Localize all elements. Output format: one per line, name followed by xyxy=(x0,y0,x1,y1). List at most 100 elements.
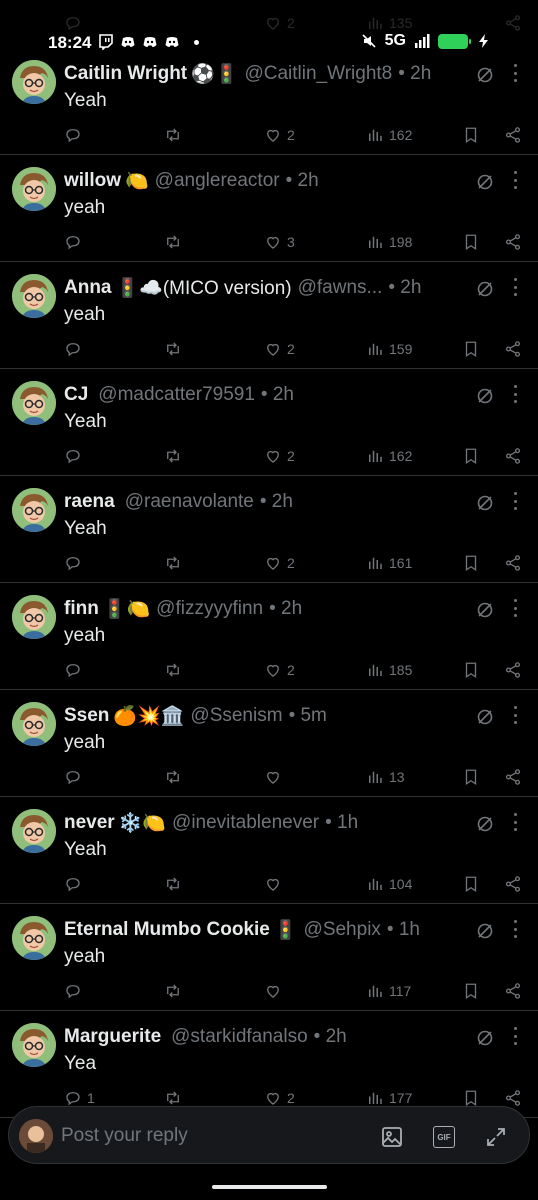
avatar[interactable] xyxy=(12,488,56,532)
views-button[interactable]: 185 xyxy=(366,660,412,680)
display-name[interactable]: Caitlin Wright xyxy=(64,63,187,85)
display-name[interactable]: finn xyxy=(64,598,99,620)
views-button[interactable]: 162 xyxy=(366,446,412,466)
image-icon[interactable] xyxy=(381,1126,403,1148)
more-options-icon[interactable] xyxy=(514,171,518,189)
tweet-reply[interactable]: Caitlin Wright ⚽🚦 @Caitlin_Wright8 • 2h Yeah… xyxy=(0,48,538,155)
grok-icon[interactable] xyxy=(475,493,495,513)
tweet-reply[interactable]: CJ @madcatter79591 • 2h Yeah 2 162 xyxy=(0,369,538,476)
grok-icon[interactable] xyxy=(475,600,495,620)
share-button[interactable] xyxy=(504,874,522,894)
grok-icon[interactable] xyxy=(475,279,495,299)
views-button[interactable]: 161 xyxy=(366,553,412,573)
grok-icon[interactable] xyxy=(475,172,495,192)
share-button[interactable] xyxy=(504,232,522,252)
avatar[interactable] xyxy=(12,1023,56,1067)
display-name[interactable]: Ssen xyxy=(64,705,109,727)
more-options-icon[interactable] xyxy=(514,278,518,296)
reply-button[interactable] xyxy=(64,232,87,252)
views-button[interactable]: 177 xyxy=(366,1088,412,1108)
retweet-button[interactable] xyxy=(164,874,187,894)
reply-button[interactable] xyxy=(64,553,87,573)
retweet-button[interactable] xyxy=(164,553,187,573)
views-button[interactable]: 162 xyxy=(366,125,412,145)
like-button[interactable]: 2 xyxy=(264,446,295,466)
tweet-reply[interactable]: willow 🍋 @anglereactor • 2h yeah 3 198 xyxy=(0,155,538,262)
reply-button[interactable] xyxy=(64,767,87,787)
tweet-reply[interactable]: Marguerite @starkidfanalso • 2h Yea 1 2 177 xyxy=(0,1011,538,1118)
home-indicator[interactable] xyxy=(212,1185,327,1189)
user-handle[interactable]: @Caitlin_Wright8 xyxy=(244,63,392,85)
retweet-button[interactable] xyxy=(164,660,187,680)
reply-button[interactable] xyxy=(64,339,87,359)
reply-composer[interactable]: Post your reply GIF xyxy=(8,1106,530,1164)
avatar[interactable] xyxy=(12,60,56,104)
user-handle[interactable]: @fizzyyyfinn xyxy=(156,598,263,620)
display-name[interactable]: raena xyxy=(64,491,115,513)
reply-button[interactable] xyxy=(64,874,87,894)
reply-button[interactable] xyxy=(64,125,87,145)
display-name[interactable]: Anna xyxy=(64,277,112,299)
share-button[interactable] xyxy=(504,553,522,573)
bookmark-button[interactable] xyxy=(462,232,480,252)
more-options-icon[interactable] xyxy=(514,813,518,831)
like-button[interactable]: 2 xyxy=(264,339,295,359)
reply-input[interactable]: Post your reply xyxy=(61,1125,188,1147)
grok-icon[interactable] xyxy=(475,386,495,406)
user-handle[interactable]: @inevitablenever xyxy=(172,812,319,834)
share-button[interactable] xyxy=(504,446,522,466)
bookmark-button[interactable] xyxy=(462,874,480,894)
bookmark-button[interactable] xyxy=(462,125,480,145)
avatar[interactable] xyxy=(12,381,56,425)
grok-icon[interactable] xyxy=(475,921,495,941)
expand-icon[interactable] xyxy=(485,1126,507,1148)
grok-icon[interactable] xyxy=(475,65,495,85)
avatar[interactable] xyxy=(12,916,56,960)
tweet-reply[interactable]: raena @raenavolante • 2h Yeah 2 161 xyxy=(0,476,538,583)
retweet-button[interactable] xyxy=(164,767,187,787)
retweet-button[interactable] xyxy=(164,981,187,1001)
views-button[interactable]: 104 xyxy=(366,874,412,894)
reply-button[interactable] xyxy=(64,660,87,680)
share-button[interactable] xyxy=(504,660,522,680)
display-name[interactable]: CJ xyxy=(64,384,88,406)
reply-button[interactable]: 1 xyxy=(64,1088,95,1108)
bookmark-button[interactable] xyxy=(462,339,480,359)
tweet-reply[interactable]: never ❄️🍋 @inevitablenever • 1h Yeah 104 xyxy=(0,797,538,904)
tweet-reply[interactable]: Anna 🚦☁️(MICO version) @fawns... • 2h yeah 2 1… xyxy=(0,262,538,369)
avatar[interactable] xyxy=(12,702,56,746)
share-button[interactable] xyxy=(504,981,522,1001)
bookmark-button[interactable] xyxy=(462,767,480,787)
user-handle[interactable]: @madcatter79591 xyxy=(98,384,255,406)
user-handle[interactable]: @raenavolante xyxy=(125,491,254,513)
grok-icon[interactable] xyxy=(475,1028,495,1048)
more-options-icon[interactable] xyxy=(514,1027,518,1045)
bookmark-button[interactable] xyxy=(462,553,480,573)
views-button[interactable]: 13 xyxy=(366,767,405,787)
retweet-button[interactable] xyxy=(164,446,187,466)
reply-button[interactable] xyxy=(64,446,87,466)
display-name[interactable]: never xyxy=(64,812,115,834)
more-options-icon[interactable] xyxy=(514,599,518,617)
like-button[interactable] xyxy=(264,981,287,1001)
user-handle[interactable]: @fawns... xyxy=(298,277,383,299)
tweet-reply[interactable]: finn 🚦🍋 @fizzyyyfinn • 2h yeah 2 185 xyxy=(0,583,538,690)
display-name[interactable]: Marguerite xyxy=(64,1026,161,1048)
like-button[interactable]: 2 xyxy=(264,553,295,573)
more-options-icon[interactable] xyxy=(514,385,518,403)
like-button[interactable] xyxy=(264,874,287,894)
tweet-reply[interactable]: Ssen 🍊💥🏛️ @Ssenism • 5m yeah 13 xyxy=(0,690,538,797)
user-handle[interactable]: @Ssenism xyxy=(190,705,282,727)
more-options-icon[interactable] xyxy=(514,920,518,938)
more-options-icon[interactable] xyxy=(514,492,518,510)
bookmark-button[interactable] xyxy=(462,660,480,680)
avatar[interactable] xyxy=(12,167,56,211)
user-handle[interactable]: @Sehpix xyxy=(304,919,381,941)
retweet-button[interactable] xyxy=(164,125,187,145)
gif-button[interactable]: GIF xyxy=(433,1126,455,1148)
more-options-icon[interactable] xyxy=(514,64,518,82)
views-button[interactable]: 159 xyxy=(366,339,412,359)
share-button[interactable] xyxy=(504,767,522,787)
like-button[interactable]: 3 xyxy=(264,232,295,252)
share-button[interactable] xyxy=(504,339,522,359)
